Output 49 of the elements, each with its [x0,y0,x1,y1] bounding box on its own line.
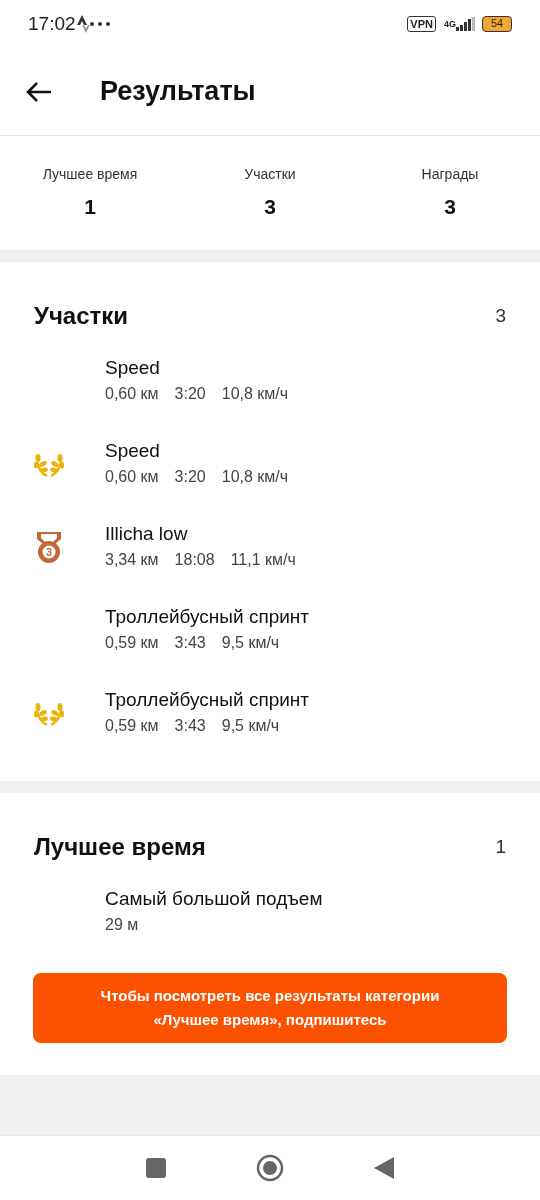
segment-time: 3:43 [174,716,206,736]
stat-value: 3 [264,193,276,220]
home-button[interactable] [256,1154,284,1182]
stat-value: 3 [444,193,456,220]
network-type: 4G [444,19,456,29]
medal-icon [34,530,64,564]
segment-name: Speed [105,356,161,380]
segment-distance: 3,34 км [105,550,159,570]
signal-icon [456,17,476,31]
page-title: Результаты [100,75,256,109]
segment-distance: 0,60 км [105,384,159,404]
segment-time: 18:08 [174,550,215,570]
segment-time: 3:20 [174,384,206,404]
segment-speed: 9,5 км/ч [221,716,280,736]
segment-time: 3:43 [174,633,206,653]
effort-name: Самый большой подъем [105,887,323,911]
segment-row[interactable]: Speed 0,60 км 3:20 10,8 км/ч [34,439,506,522]
segment-time: 3:20 [174,467,206,487]
more-dots-icon [89,22,110,26]
segment-speed: 10,8 км/ч [221,384,289,404]
section-title: Участки [34,301,129,331]
effort-value: 29 м [105,915,140,935]
segment-distance: 0,59 км [105,716,159,736]
stat-value: 1 [84,193,96,220]
segment-distance: 0,59 км [105,633,159,653]
stat-label: Награды [421,164,479,184]
segment-row[interactable]: Троллейбусный спринт 0,59 км 3:43 9,5 км/ч [34,605,506,688]
segment-name: Speed [105,439,161,463]
best-effort-row[interactable]: Самый большой подъем 29 м [34,887,506,957]
segment-speed: 10,8 км/ч [221,467,289,487]
segment-name: Троллейбусный спринт [105,605,310,629]
segment-row[interactable]: 3 Illicha low 3,34 км 18:08 11,1 км/ч [34,522,506,605]
section-count: 1 [495,834,506,859]
segment-distance: 0,60 км [105,467,159,487]
segment-row[interactable]: Speed 0,60 км 3:20 10,8 км/ч [34,356,506,439]
back-nav-button[interactable] [374,1157,394,1179]
battery-level: 54 [489,17,505,30]
segment-speed: 9,5 км/ч [221,633,280,653]
segment-speed: 11,1 км/ч [230,550,296,570]
status-time: 17:02 [28,11,76,36]
stat-label: Участки [244,164,296,184]
section-title: Лучшее время [34,832,206,862]
vpn-badge: VPN [407,16,436,32]
segment-name: Троллейбусный спринт [105,688,310,712]
segment-name: Illicha low [105,522,189,546]
segment-row[interactable]: Троллейбусный спринт 0,59 км 3:43 9,5 км/ч [34,688,506,771]
section-count: 3 [495,303,506,328]
stat-label: Лучшее время [42,164,138,184]
medal-rank: 3 [44,545,54,559]
